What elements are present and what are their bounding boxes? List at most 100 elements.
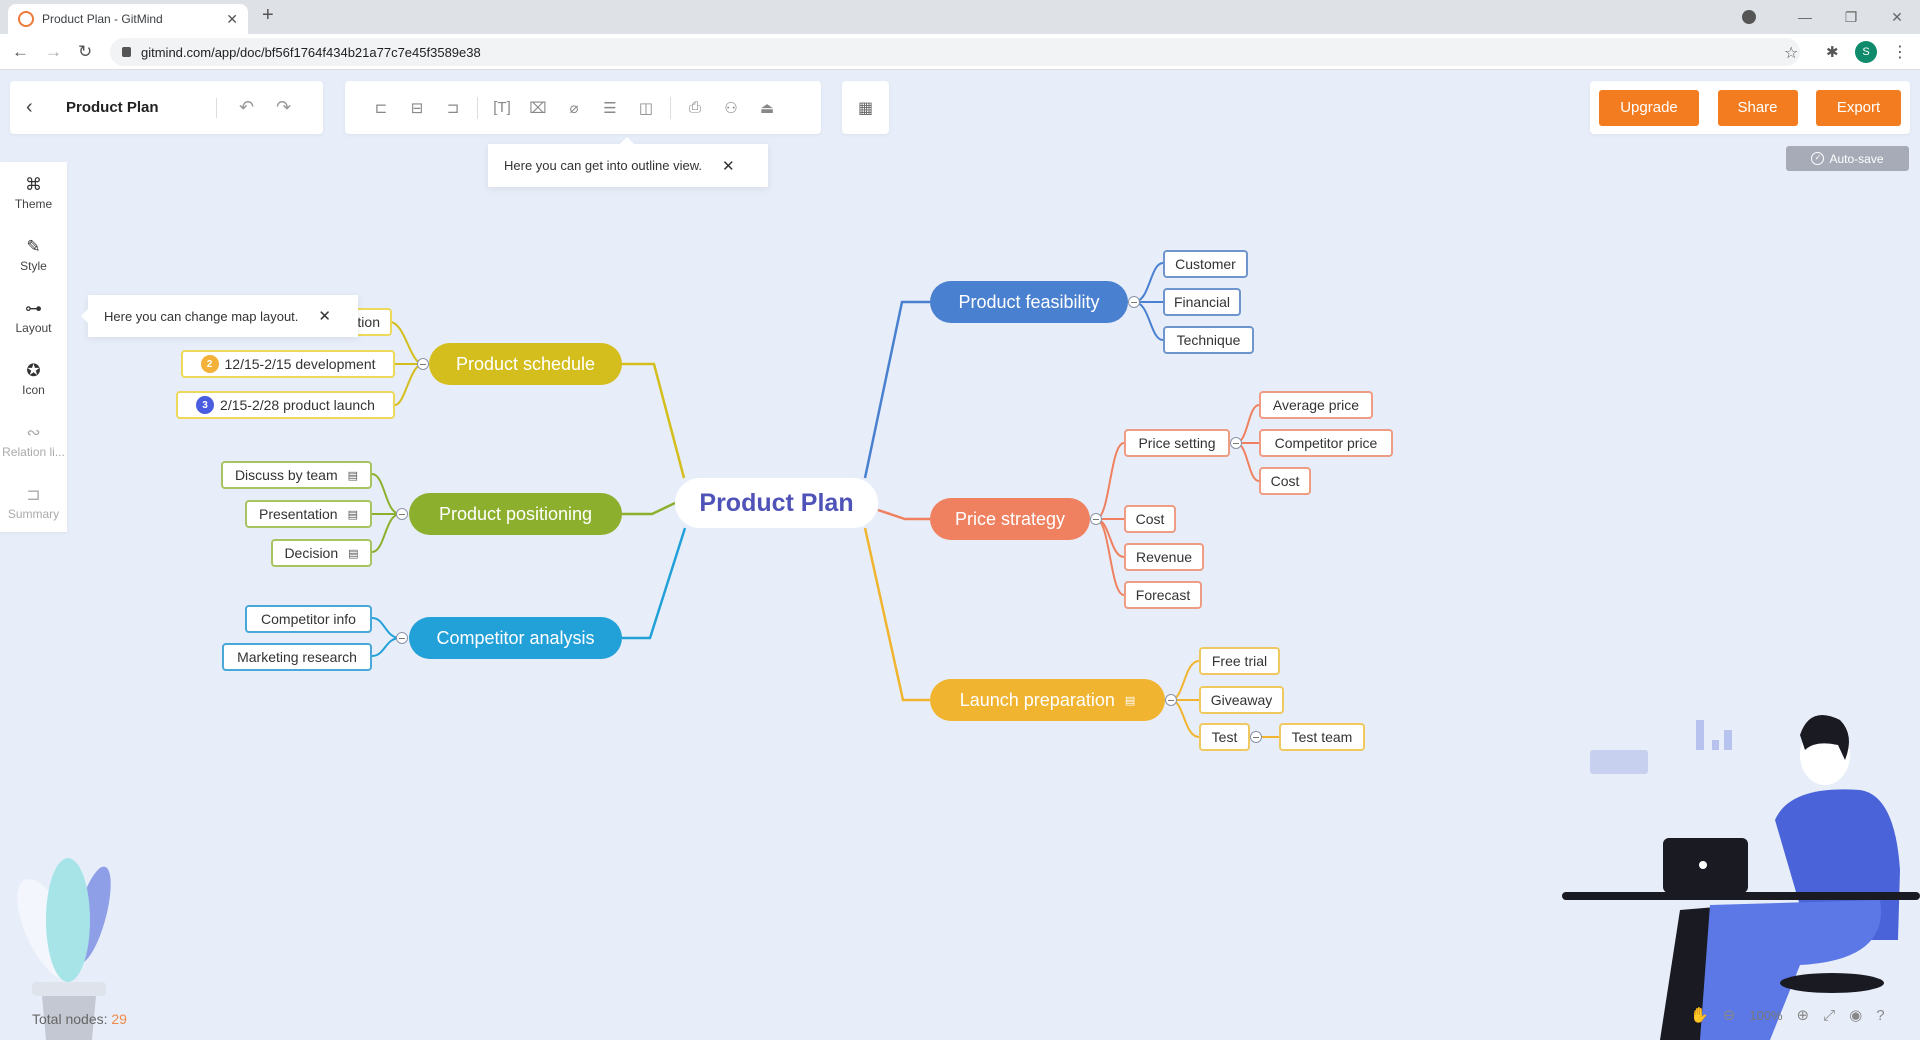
collapse-toggle[interactable]: [1090, 513, 1102, 525]
preview-eye-icon[interactable]: ◉: [1849, 1006, 1862, 1024]
collapse-toggle[interactable]: [1230, 437, 1242, 449]
url-input[interactable]: gitmind.com/app/doc/bf56f1764f434b21a77c…: [110, 38, 1800, 66]
node-feasibility-child-3[interactable]: Technique: [1163, 326, 1254, 354]
text-box-icon[interactable]: [T]: [484, 93, 520, 123]
style-icon: ✎: [26, 237, 41, 256]
node-competitor-child-1[interactable]: Competitor info: [245, 605, 372, 633]
node-product-schedule[interactable]: Product schedule: [429, 343, 622, 385]
close-window-button[interactable]: ✕: [1874, 9, 1920, 26]
node-product-feasibility[interactable]: Product feasibility: [930, 281, 1128, 323]
fit-screen-icon[interactable]: ⤢: [1823, 1007, 1835, 1024]
reload-icon[interactable]: ↻: [78, 42, 92, 62]
node-schedule-child-3[interactable]: 3 2/15-2/28 product launch: [176, 391, 395, 419]
note-icon[interactable]: ▤: [348, 469, 358, 482]
export-button[interactable]: Export: [1816, 89, 1901, 126]
qr-code-button[interactable]: ▦: [842, 81, 889, 134]
node-test[interactable]: Test: [1199, 723, 1250, 751]
close-tab-icon[interactable]: ✕: [226, 11, 238, 28]
node-price-forecast[interactable]: Forecast: [1124, 581, 1202, 609]
qr-code-icon: ▦: [857, 99, 874, 117]
format-painter-icon[interactable]: ⌧: [520, 93, 556, 123]
collapse-toggle[interactable]: [1250, 731, 1262, 743]
document-title[interactable]: Product Plan: [66, 99, 216, 116]
sidebar-item-layout[interactable]: ⊶ Layout: [0, 286, 67, 348]
save-icon[interactable]: ⎙: [677, 93, 713, 123]
root-node[interactable]: Product Plan: [675, 478, 878, 528]
layout-panel-icon[interactable]: ◫: [628, 93, 664, 123]
undo-icon[interactable]: ↶: [239, 97, 254, 118]
node-positioning-child-3[interactable]: Decision ▤: [271, 539, 372, 567]
forward-icon[interactable]: →: [45, 42, 62, 62]
sidebar-item-style[interactable]: ✎ Style: [0, 224, 67, 286]
back-chevron-icon[interactable]: ‹: [26, 96, 46, 119]
extensions-icon[interactable]: ✱: [1826, 43, 1839, 61]
node-price-strategy[interactable]: Price strategy: [930, 498, 1090, 540]
add-parent-node-icon[interactable]: ⊐: [435, 93, 471, 123]
note-icon[interactable]: ▤: [1125, 694, 1135, 707]
profile-avatar[interactable]: S: [1855, 41, 1877, 63]
add-sibling-node-icon[interactable]: ⊟: [399, 93, 435, 123]
browser-menu-icon[interactable]: ⋮: [1892, 42, 1908, 62]
collapse-toggle[interactable]: [1128, 296, 1140, 308]
node-price-setting[interactable]: Price setting: [1124, 429, 1230, 457]
collapse-toggle[interactable]: [396, 508, 408, 520]
hand-pan-icon[interactable]: ✋: [1690, 1006, 1709, 1024]
node-average-price[interactable]: Average price: [1259, 391, 1373, 419]
sidebar-item-icon[interactable]: ✪ Icon: [0, 348, 67, 410]
collapse-toggle[interactable]: [396, 632, 408, 644]
node-positioning-child-2[interactable]: Presentation ▤: [245, 500, 372, 528]
add-child-node-icon[interactable]: ⊏: [363, 93, 399, 123]
node-competitor-child-2[interactable]: Marketing research: [222, 643, 372, 671]
connector-launch: [863, 527, 930, 702]
close-icon[interactable]: ✕: [318, 307, 331, 325]
restore-button[interactable]: ❐: [1828, 9, 1874, 26]
upgrade-button[interactable]: Upgrade: [1599, 89, 1699, 126]
new-tab-button[interactable]: +: [262, 4, 274, 27]
outline-view-icon[interactable]: ☰: [592, 93, 628, 123]
share-button[interactable]: Share: [1717, 89, 1798, 126]
outline-view-tooltip: Here you can get into outline view. ✕: [488, 137, 768, 187]
address-bar: ← → ↻ gitmind.com/app/doc/bf56f1764f434b…: [0, 34, 1920, 70]
close-icon[interactable]: ✕: [722, 157, 735, 175]
node-schedule-child-2[interactable]: 2 12/15-2/15 development: [181, 350, 395, 378]
left-sidebar: ⌘ Theme ✎ Style ⊶ Layout ✪ Icon ∾ Relation li…: [0, 162, 67, 532]
priority-2-badge: 2: [200, 355, 219, 373]
redo-icon[interactable]: ↷: [276, 97, 291, 118]
sidebar-item-summary[interactable]: ⊐ Summary: [0, 472, 67, 534]
node-test-team[interactable]: Test team: [1279, 723, 1365, 751]
bookmark-star-icon[interactable]: ☆: [1784, 43, 1798, 63]
connector-positioning: [622, 501, 676, 516]
sidebar-item-relation-line[interactable]: ∾ Relation li...: [0, 410, 67, 472]
zoom-out-icon[interactable]: ⊖: [1723, 1006, 1736, 1024]
node-price-revenue[interactable]: Revenue: [1124, 543, 1204, 571]
action-panel: Upgrade Share Export: [1590, 81, 1910, 134]
theme-icon: ⌘: [25, 175, 42, 194]
node-giveaway[interactable]: Giveaway: [1199, 686, 1284, 714]
node-free-trial[interactable]: Free trial: [1199, 647, 1280, 675]
note-icon[interactable]: ▤: [348, 547, 358, 560]
node-competitor-analysis[interactable]: Competitor analysis: [409, 617, 622, 659]
collaborate-icon[interactable]: ⚇: [713, 93, 749, 123]
node-price-cost[interactable]: Cost: [1124, 505, 1176, 533]
profile-dropdown-icon[interactable]: [1742, 10, 1756, 24]
sidebar-item-theme[interactable]: ⌘ Theme: [0, 162, 67, 224]
back-icon[interactable]: ←: [12, 42, 29, 62]
node-launch-preparation[interactable]: Launch preparation ▤: [930, 679, 1165, 721]
note-icon[interactable]: ▤: [348, 508, 358, 521]
node-positioning-child-1[interactable]: Discuss by team ▤: [221, 461, 372, 489]
minimize-button[interactable]: —: [1782, 9, 1828, 25]
node-product-positioning[interactable]: Product positioning: [409, 493, 622, 535]
node-feasibility-child-1[interactable]: Customer: [1163, 250, 1248, 278]
browser-tab[interactable]: Product Plan - GitMind ✕: [8, 4, 248, 34]
node-feasibility-child-2[interactable]: Financial: [1163, 288, 1241, 316]
priority-3-badge: 3: [196, 396, 215, 414]
node-competitor-price[interactable]: Competitor price: [1259, 429, 1393, 457]
node-price-setting-cost[interactable]: Cost: [1259, 467, 1311, 495]
collapse-toolbar-icon[interactable]: ⏏: [749, 93, 785, 123]
connector-feasibility: [863, 300, 930, 479]
zoom-in-icon[interactable]: ⊕: [1797, 1006, 1810, 1024]
collapse-toggle[interactable]: [1165, 694, 1177, 706]
help-icon[interactable]: ?: [1876, 1007, 1884, 1024]
attachment-icon[interactable]: ⌀: [556, 93, 592, 123]
collapse-toggle[interactable]: [417, 358, 429, 370]
